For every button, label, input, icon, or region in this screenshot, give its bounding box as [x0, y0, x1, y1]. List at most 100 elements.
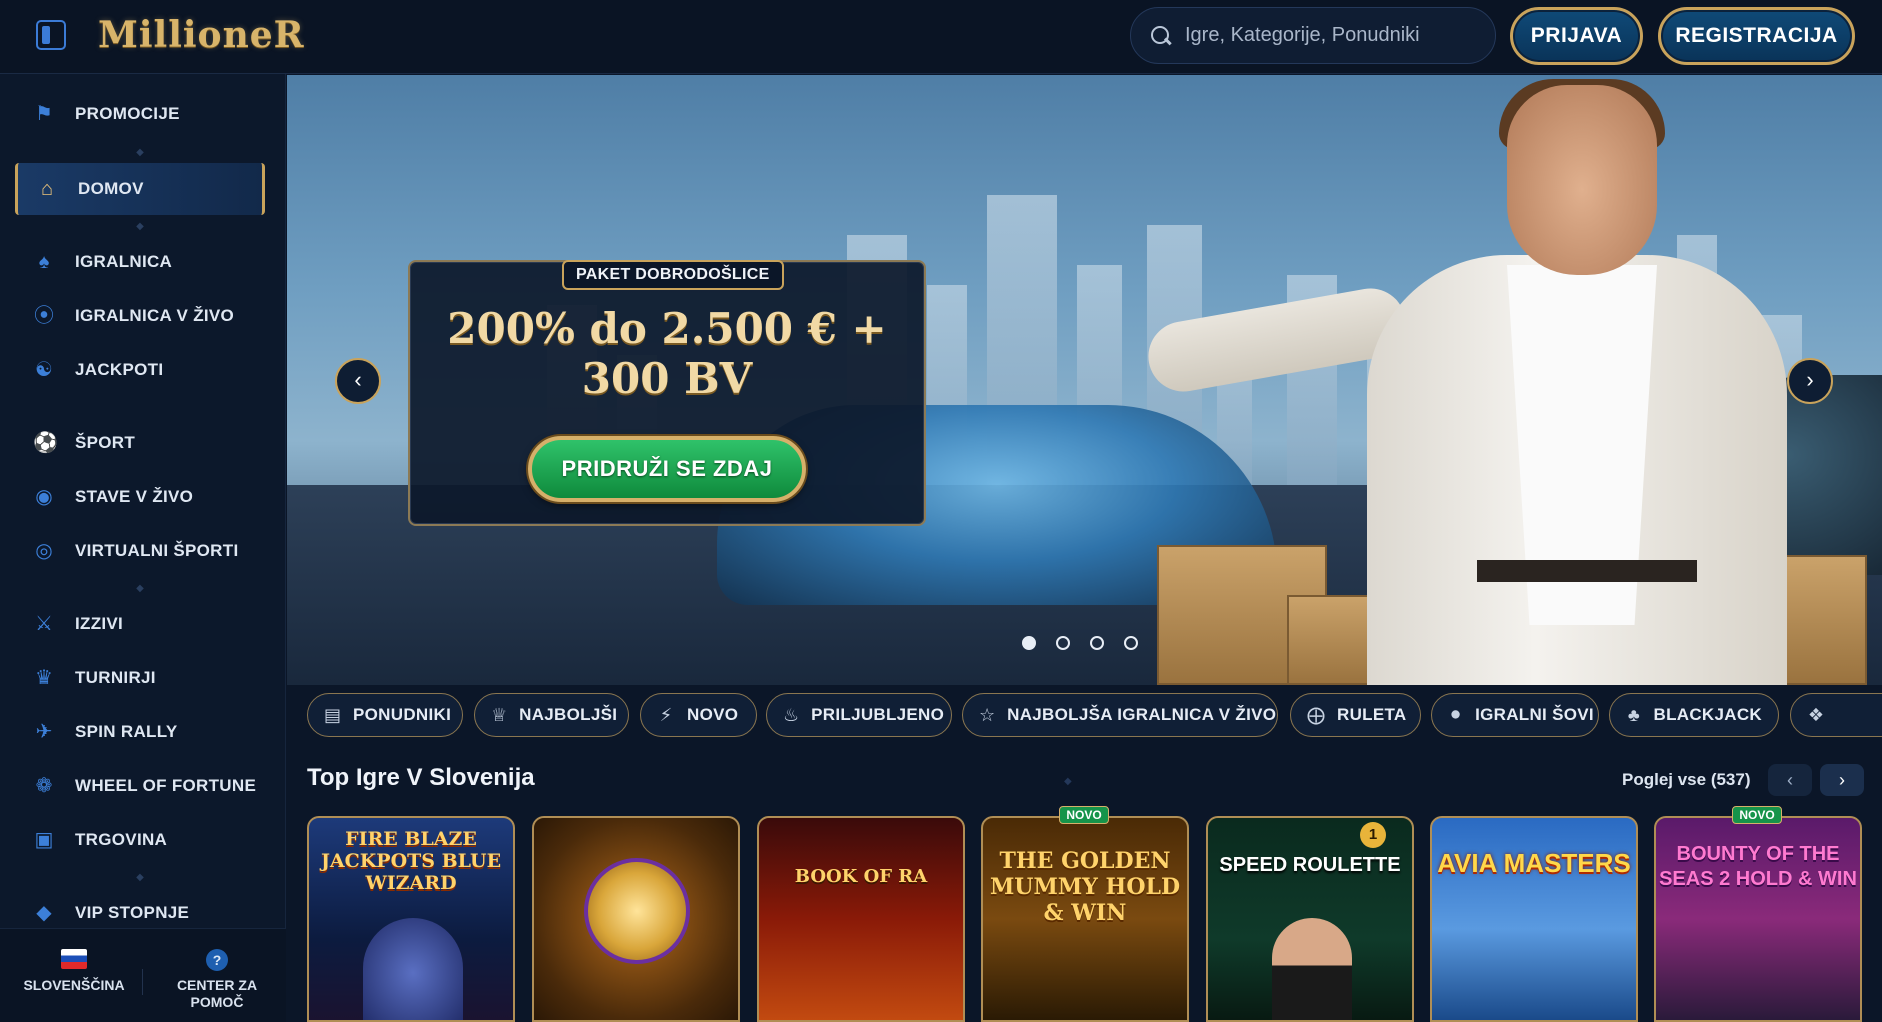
- rally-icon: ✈: [35, 721, 53, 743]
- category-label: NAJBOLJŠI: [519, 705, 618, 724]
- chip-icon: ⦿: [34, 305, 54, 327]
- games-next-arrow-icon[interactable]: ›: [1820, 764, 1864, 796]
- game-title: FIRE BLAZE JACKPOTS BLUE WIZARD: [320, 828, 502, 894]
- slide-dot-2[interactable]: [1056, 636, 1070, 650]
- more-category-icon: ❖: [1807, 704, 1825, 725]
- sidebar-item-label: TURNIRJI: [75, 668, 156, 687]
- games-prev-arrow-icon[interactable]: ‹: [1768, 764, 1812, 796]
- sidebar-item-spin-rally[interactable]: ✈ SPIN RALLY: [15, 706, 265, 758]
- new-badge: NOVO: [1732, 806, 1782, 824]
- sidebar-item-label: WHEEL OF FORTUNE: [75, 776, 257, 795]
- view-all-link[interactable]: Poglej vse (537): [1622, 770, 1751, 790]
- sidebar-item-label: STAVE V ŽIVO: [75, 487, 194, 506]
- welcome-package-badge: PAKET DOBRODOŠLICE: [562, 260, 784, 290]
- new-badge: NOVO: [1059, 806, 1109, 824]
- game-card[interactable]: FIRE BLAZE JACKPOTS BLUE WIZARD: [307, 816, 515, 1022]
- sidebar-item-label: VIRTUALNI ŠPORTI: [75, 541, 239, 560]
- login-button[interactable]: PRIJAVA: [1510, 7, 1643, 65]
- slovenia-flag-icon: [61, 949, 87, 969]
- search-box[interactable]: [1130, 7, 1496, 64]
- sidebar-divider: ◆: [136, 872, 144, 883]
- sidebar-item-wheel-of-fortune[interactable]: ❁ WHEEL OF FORTUNE: [15, 760, 265, 812]
- top-header: MillioneR PRIJAVA REGISTRACIJA: [0, 0, 1882, 74]
- sidebar-item-virtualni-sporti[interactable]: ◎ VIRTUALNI ŠPORTI: [15, 525, 265, 577]
- game-title: BOUNTY OF THE SEAS 2 HOLD & WIN: [1659, 843, 1857, 890]
- help-center-link[interactable]: ? CENTER ZA POMOČ: [158, 949, 276, 1011]
- spade-icon: ♠: [38, 251, 50, 273]
- sidebar-item-sport[interactable]: ⚽ ŠPORT: [15, 417, 265, 469]
- category-ponudniki[interactable]: ▤ PONUDNIKI: [307, 693, 463, 737]
- providers-icon: ▤: [324, 704, 342, 725]
- category-pills: ▤ PONUDNIKI ♕ NAJBOLJŠI ⚡ NOVO ♨ PRILJUB…: [307, 693, 1882, 739]
- sidebar-item-stave-v-zivo[interactable]: ◉ STAVE V ŽIVO: [15, 471, 265, 523]
- flame-icon: ♨: [783, 704, 800, 725]
- game-card[interactable]: [532, 816, 740, 1022]
- category-label: NOVO: [687, 705, 739, 724]
- sidebar-item-label: SPIN RALLY: [75, 722, 178, 741]
- game-card[interactable]: THE GOLDEN MUMMY HOLD & WIN: [981, 816, 1189, 1022]
- sidebar: ⚑ PROMOCIJE ◆ ⌂ DOMOV ◆ ♠ IGRALNICA ⦿ IG…: [0, 74, 286, 1022]
- virtual-sport-icon: ◎: [35, 540, 53, 562]
- star-icon: ☆: [979, 704, 996, 725]
- sidebar-toggle-icon[interactable]: [36, 20, 66, 50]
- hero-pagination: [1022, 636, 1138, 650]
- crossed-swords-icon: ⚔: [35, 613, 53, 635]
- category-more[interactable]: ❖: [1790, 693, 1882, 737]
- category-novo[interactable]: ⚡ NOVO: [640, 693, 757, 737]
- sidebar-item-label: IGRALNICA: [75, 252, 173, 271]
- category-igralni-sovi[interactable]: ⚫ IGRALNI ŠOVI: [1431, 693, 1599, 737]
- sidebar-item-izzivi[interactable]: ⚔ IZZIVI: [15, 598, 265, 650]
- sidebar-item-label: ŠPORT: [75, 433, 136, 452]
- search-icon: [1151, 25, 1171, 46]
- game-card[interactable]: AVIA MASTERS: [1430, 816, 1638, 1022]
- game-card[interactable]: 1 SPEED ROULETTE: [1206, 816, 1414, 1022]
- hero-next-arrow-icon[interactable]: ›: [1787, 358, 1833, 404]
- rank-badge: 1: [1360, 822, 1386, 848]
- microphone-icon: ⚫: [1448, 704, 1464, 725]
- join-now-button[interactable]: PRIDRUŽI SE ZDAJ: [528, 436, 806, 502]
- promo-card: PAKET DOBRODOŠLICE 200% do 2.500 € + 300…: [408, 260, 926, 526]
- sidebar-item-label: JACKPOTI: [75, 360, 164, 379]
- category-label: PONUDNIKI: [353, 705, 452, 724]
- category-blackjack[interactable]: ♣ BLACKJACK: [1609, 693, 1779, 737]
- jackpot-icon: ☯: [35, 359, 53, 381]
- sidebar-item-label: TRGOVINA: [75, 830, 168, 849]
- promo-title: 200% do 2.500 € + 300 BV: [447, 304, 887, 403]
- sidebar-item-domov[interactable]: ⌂ DOMOV: [15, 163, 265, 215]
- site-logo[interactable]: MillioneR: [98, 14, 305, 58]
- slide-dot-3[interactable]: [1090, 636, 1104, 650]
- game-card[interactable]: BOOK OF RA: [757, 816, 965, 1022]
- hero-prev-arrow-icon[interactable]: ‹: [335, 358, 381, 404]
- sidebar-item-igralnica[interactable]: ♠ IGRALNICA: [15, 236, 265, 288]
- wheel-icon: ❁: [35, 775, 53, 797]
- category-najboljsa-igralnica-v-zivo[interactable]: ☆ NAJBOLJŠA IGRALNICA V ŽIVO: [962, 693, 1278, 737]
- register-button[interactable]: REGISTRACIJA: [1658, 7, 1855, 65]
- category-priljubljeno[interactable]: ♨ PRILJUBLJENO: [766, 693, 952, 737]
- category-ruleta[interactable]: ⨁ RULETA: [1290, 693, 1421, 737]
- sidebar-item-promocije[interactable]: ⚑ PROMOCIJE: [15, 88, 265, 140]
- language-selector[interactable]: SLOVENŠČINA: [14, 949, 134, 994]
- slide-dot-4[interactable]: [1124, 636, 1138, 650]
- game-title: SPEED ROULETTE: [1219, 854, 1401, 876]
- sidebar-item-label: IZZIVI: [75, 614, 124, 633]
- category-najboljsi[interactable]: ♕ NAJBOLJŠI: [474, 693, 629, 737]
- search-input[interactable]: [1185, 24, 1475, 47]
- home-icon: ⌂: [40, 178, 54, 200]
- gold-coin-image: [584, 858, 690, 964]
- section-divider: ◆: [1064, 776, 1072, 787]
- lightning-icon: ⚡: [659, 704, 673, 725]
- sidebar-item-turnirji[interactable]: ♛ TURNIRJI: [15, 652, 265, 704]
- sidebar-item-igralnica-v-zivo[interactable]: ⦿ IGRALNICA V ŽIVO: [15, 290, 265, 342]
- game-card[interactable]: BOUNTY OF THE SEAS 2 HOLD & WIN: [1654, 816, 1862, 1022]
- language-label: SLOVENŠČINA: [23, 977, 125, 993]
- football-icon: ⚽: [33, 432, 58, 454]
- sidebar-item-trgovina[interactable]: ▣ TRGOVINA: [15, 814, 265, 866]
- live-bet-icon: ◉: [35, 486, 53, 508]
- slide-dot-1[interactable]: [1022, 636, 1036, 650]
- sidebar-divider: ◆: [136, 583, 144, 594]
- game-title: AVIA MASTERS: [1437, 848, 1631, 878]
- diamond-icon: ◆: [36, 902, 52, 924]
- game-title: THE GOLDEN MUMMY HOLD & WIN: [989, 848, 1181, 926]
- sidebar-item-label: PROMOCIJE: [75, 104, 180, 123]
- sidebar-item-jackpoti[interactable]: ☯ JACKPOTI: [15, 344, 265, 396]
